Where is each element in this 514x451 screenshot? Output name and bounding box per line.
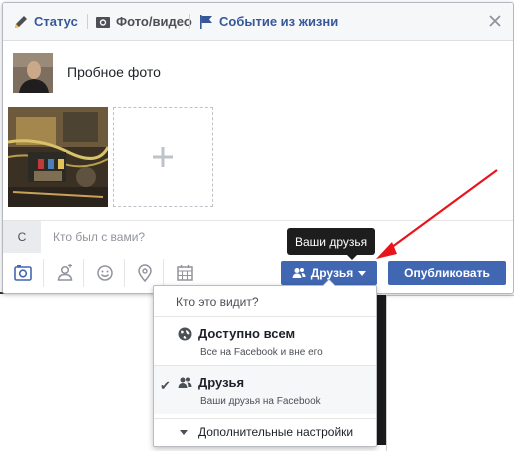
audience-option-public-title: Доступно всем [198,326,296,341]
close-button[interactable] [487,13,503,29]
more-options-label: Дополнительные настройки [198,425,354,439]
tab-separator [87,14,88,29]
with-prefix: С [3,221,41,253]
chevron-down-icon [358,270,367,276]
tab-status[interactable]: Статус [13,3,78,40]
footer-separator [163,259,164,287]
camera-icon [96,16,110,28]
add-photo-icon-button[interactable] [13,263,33,283]
more-options-item[interactable]: Дополнительные настройки [154,418,376,445]
audience-option-public[interactable]: Доступно всем Все на Facebook и вне его [154,317,376,365]
friends-icon [292,268,306,278]
audience-selector-label: Друзья [310,266,354,280]
composer-row: Пробное фото [3,41,513,106]
caret-down-icon [180,430,188,435]
composer-tabs: Статус Фото/видео Событие из жизни [3,3,513,41]
friends-icon [178,377,192,388]
composer-text[interactable]: Пробное фото [67,64,161,80]
tab-photo-video-label: Фото/видео [116,14,192,29]
background-panel [386,295,514,451]
check-in-button[interactable] [135,263,155,283]
avatar [13,53,53,93]
photo-thumbnail[interactable] [8,107,108,207]
tab-status-label: Статус [34,14,78,29]
globe-icon [178,327,192,341]
footer-separator [124,259,125,287]
footer-separator [43,259,44,287]
pencil-icon [15,15,27,28]
flag-icon [200,14,212,29]
camera-icon [14,265,32,281]
tag-people-button[interactable] [55,263,75,283]
tab-life-event-label: Событие из жизни [219,14,339,29]
audience-option-friends-subtitle: Ваши друзья на Facebook [200,396,321,407]
location-pin-icon [138,264,152,282]
post-composer-dialog: Статус Фото/видео Событие из жизни Пробн… [2,2,514,294]
tab-photo-video[interactable]: Фото/видео [95,3,192,40]
close-icon [489,15,501,27]
user-photo [13,53,53,93]
audience-menu: Кто это видит? Доступно всем Все на Face… [153,279,377,447]
plus-icon [153,147,173,167]
add-photo-button[interactable] [113,107,213,207]
tag-person-icon [57,264,73,281]
checkmark-icon: ✔ [160,378,171,393]
background-dark-strip [376,295,386,445]
calendar-icon [177,265,193,281]
feeling-button[interactable] [95,263,115,283]
with-friends-row: С Кто был с вами? [3,220,513,254]
audience-option-friends[interactable]: ✔ Друзья Ваши друзья на Facebook [154,366,376,414]
audience-option-public-subtitle: Все на Facebook и вне его [200,347,323,358]
audience-tooltip: Ваши друзья [287,228,376,260]
attached-photo [8,107,108,207]
tab-life-event[interactable]: Событие из жизни [198,3,338,40]
publish-button[interactable]: Опубликовать [388,261,506,285]
smiley-icon [97,265,113,281]
with-friends-input[interactable]: Кто был с вами? [53,230,145,244]
tab-separator [189,14,190,29]
footer-separator [83,259,84,287]
date-button[interactable] [175,263,195,283]
audience-option-friends-title: Друзья [198,375,245,390]
audience-menu-header: Кто это видит? [176,295,259,309]
